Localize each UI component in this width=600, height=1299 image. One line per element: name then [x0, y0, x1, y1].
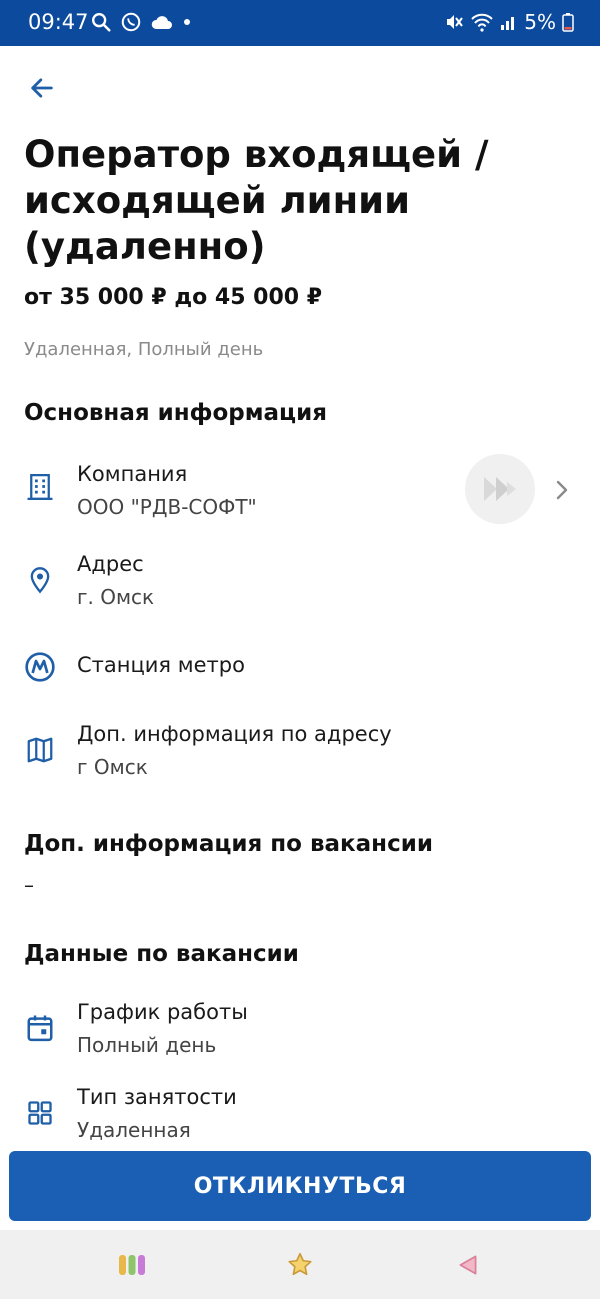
back-nav-button[interactable]: [450, 1248, 486, 1282]
recent-apps-icon: [119, 1255, 145, 1275]
chevron-right-icon[interactable]: [550, 476, 574, 504]
cloud-icon: [151, 16, 172, 29]
whatsapp-icon: [121, 12, 141, 32]
employment-value: Удаленная: [77, 1118, 191, 1142]
back-button[interactable]: [22, 68, 62, 108]
schedule-label: График работы: [77, 1000, 248, 1024]
vacancy-title: Оператор входящей / исходящей линии (уда…: [24, 133, 489, 268]
employment-label: Тип занятости: [77, 1085, 237, 1109]
extra-address-row: Доп. информация по адресу г Омск: [0, 717, 600, 787]
system-nav-bar: [0, 1230, 600, 1299]
address-value: г. Омск: [77, 585, 155, 609]
section-title-extra-info: Доп. информация по вакансии: [24, 831, 433, 857]
vacancy-tags: Удаленная, Полный день: [24, 339, 264, 360]
mute-icon: [447, 15, 464, 29]
metro-label: Станция метро: [77, 653, 245, 677]
company-logo-icon: [484, 477, 516, 501]
battery-percent: 5%: [524, 10, 556, 34]
grid-icon: [24, 1097, 56, 1129]
dot-icon: [184, 19, 190, 25]
company-label: Компания: [77, 462, 188, 486]
status-time: 09:47: [28, 10, 89, 34]
address-row: Адрес г. Омск: [0, 547, 600, 617]
metro-icon: [24, 651, 56, 683]
status-bar: 09:47 5%: [0, 0, 600, 46]
search-icon: [92, 13, 111, 32]
apply-button[interactable]: ОТКЛИКНУТЬСЯ: [9, 1151, 591, 1221]
schedule-row: График работы Полный день: [0, 995, 600, 1065]
triangle-back-icon: [459, 1255, 477, 1275]
recent-apps-button[interactable]: [114, 1248, 150, 1282]
extra-address-label: Доп. информация по адресу: [77, 722, 392, 746]
signal-icon: [501, 17, 515, 30]
location-pin-icon: [24, 564, 56, 596]
extra-info-value: –: [24, 873, 34, 897]
company-value: ООО "РДВ-СОФТ": [77, 495, 257, 519]
battery-icon: [562, 13, 574, 32]
home-button[interactable]: [282, 1248, 318, 1282]
map-icon: [24, 734, 56, 766]
section-title-vacancy-data: Данные по вакансии: [24, 941, 299, 967]
calendar-icon: [24, 1012, 56, 1044]
company-logo[interactable]: [465, 454, 535, 524]
address-label: Адрес: [77, 552, 144, 576]
metro-row: Станция метро: [0, 645, 600, 690]
schedule-value: Полный день: [77, 1033, 217, 1057]
arrow-left-icon: [31, 78, 53, 98]
extra-address-value: г Омск: [77, 755, 148, 779]
vacancy-salary: от 35 000 ₽ до 45 000 ₽: [24, 285, 323, 310]
employment-row: Тип занятости Удаленная: [0, 1080, 600, 1150]
section-title-main-info: Основная информация: [24, 400, 327, 426]
star-home-icon: [288, 1252, 312, 1276]
wifi-icon: [471, 13, 493, 32]
building-icon: [24, 471, 56, 503]
